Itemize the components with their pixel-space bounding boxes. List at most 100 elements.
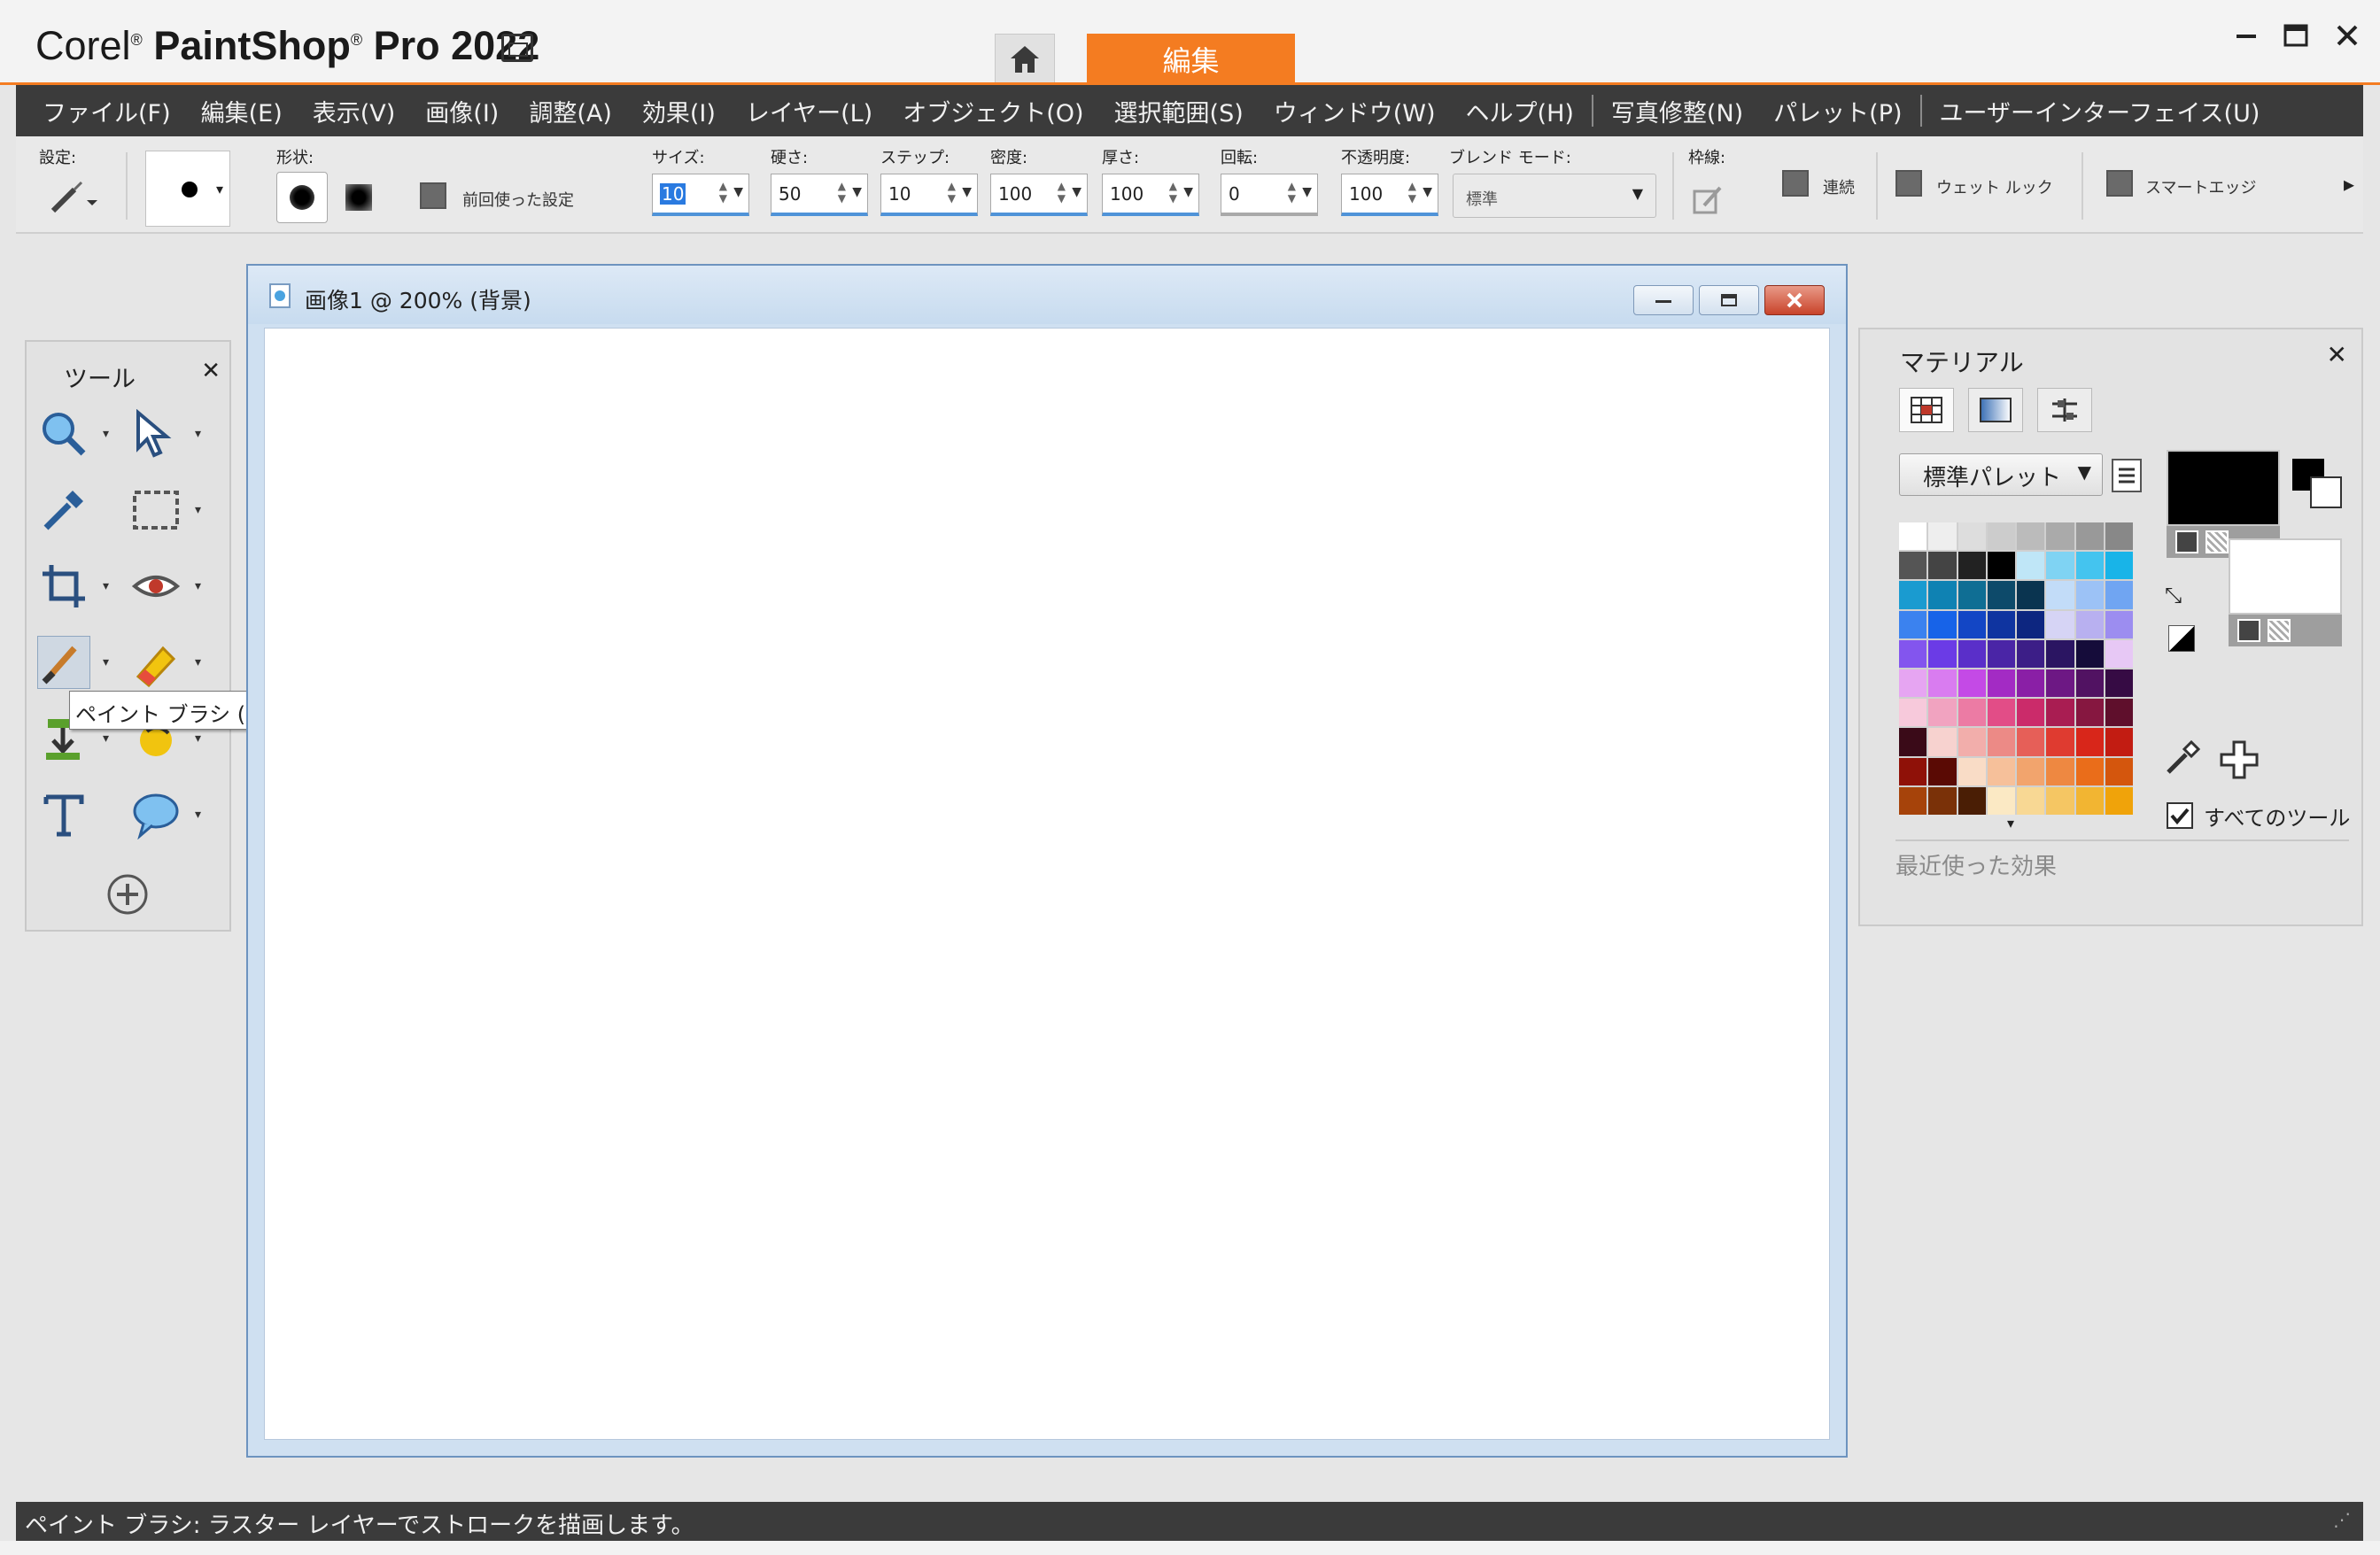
tool-dropdown-icon[interactable]: ▾ <box>195 427 201 441</box>
menu-help[interactable]: ヘルプ(H) <box>1466 94 1574 128</box>
thickness-spinner[interactable]: 100 ▲ ▼ ▼ <box>1102 174 1199 216</box>
round-shape-button[interactable] <box>276 172 328 223</box>
size-spinner[interactable]: 10 ▲ ▼ ▼ <box>652 174 749 216</box>
color-swatch[interactable] <box>2017 552 2045 580</box>
eraser-tool[interactable] <box>129 636 182 689</box>
color-swatch[interactable] <box>2105 581 2133 609</box>
style-dropdown-icon[interactable] <box>2237 619 2260 642</box>
tool-dropdown-icon[interactable]: ▾ <box>195 731 201 746</box>
color-swatch[interactable] <box>1928 728 1957 756</box>
color-swatch[interactable] <box>1957 639 1986 668</box>
color-swatch[interactable] <box>1957 728 1986 756</box>
color-swatch[interactable] <box>2105 786 2133 815</box>
stroke-button[interactable] <box>1692 182 1725 216</box>
color-swatch[interactable] <box>2046 786 2074 815</box>
tool-dropdown-icon[interactable]: ▾ <box>103 579 109 593</box>
color-swatch[interactable] <box>1928 639 1957 668</box>
menu-selections[interactable]: 選択範囲(S) <box>1114 94 1244 128</box>
minimize-button[interactable] <box>2221 16 2271 55</box>
add-tool-button[interactable] <box>101 868 154 921</box>
color-swatch[interactable] <box>2046 757 2074 785</box>
color-swatch[interactable] <box>1899 522 1927 551</box>
selection-tool[interactable] <box>129 484 182 537</box>
color-swatch[interactable] <box>1957 552 1986 580</box>
resize-grip-icon[interactable]: ⋰ <box>2333 1509 2351 1530</box>
tool-dropdown-icon[interactable]: ▾ <box>103 427 109 441</box>
color-swatch[interactable] <box>1987 728 2015 756</box>
color-swatch[interactable] <box>1928 699 1957 727</box>
close-icon[interactable]: ✕ <box>2327 340 2347 369</box>
eyedropper-button[interactable] <box>2163 739 2202 778</box>
color-swatch[interactable] <box>2105 699 2133 727</box>
tool-dropdown-icon[interactable]: ▾ <box>195 503 201 517</box>
color-swatch[interactable] <box>2105 757 2133 785</box>
image-icon[interactable] <box>501 34 533 62</box>
foreground-color-swatch[interactable] <box>2167 450 2280 526</box>
dropdown-arrow-icon[interactable]: ▼ <box>852 185 862 199</box>
zoom-tool[interactable] <box>37 407 90 460</box>
menu-layers[interactable]: レイヤー(L) <box>746 94 872 128</box>
gradient-tab[interactable] <box>1968 388 2023 432</box>
color-swatch[interactable] <box>2046 552 2074 580</box>
dropper-tool[interactable] <box>37 484 90 537</box>
color-swatch[interactable] <box>2017 757 2045 785</box>
menu-objects[interactable]: オブジェクト(O) <box>903 94 1083 128</box>
color-swatch[interactable] <box>1987 757 2015 785</box>
preset-button[interactable] <box>48 177 105 216</box>
color-swatch[interactable] <box>1987 552 2015 580</box>
add-swatch-button[interactable] <box>2218 739 2260 781</box>
color-swatch[interactable] <box>2075 610 2104 638</box>
image-window-titlebar[interactable]: 画像1 @ 200% (背景) <box>248 266 1846 324</box>
tool-dropdown-icon[interactable]: ▾ <box>103 655 109 669</box>
continuous-checkbox[interactable] <box>1782 170 1809 197</box>
color-swatch[interactable] <box>2017 639 2045 668</box>
color-swatch[interactable] <box>1928 610 1957 638</box>
color-swatch[interactable] <box>1957 669 1986 698</box>
menu-palettes[interactable]: パレット(P) <box>1773 94 1902 128</box>
color-swatch[interactable] <box>2105 522 2133 551</box>
color-swatch[interactable] <box>1957 757 1986 785</box>
shape-tool[interactable] <box>129 788 182 841</box>
paint-brush-tool[interactable] <box>37 636 90 689</box>
color-swatch[interactable] <box>1899 786 1927 815</box>
color-swatch[interactable] <box>2105 728 2133 756</box>
menu-file[interactable]: ファイル(F) <box>43 94 171 128</box>
palette-dropdown[interactable]: 標準パレット ▼ <box>1899 453 2103 496</box>
color-swatch[interactable] <box>2046 610 2074 638</box>
home-tab[interactable] <box>995 34 1055 84</box>
doc-minimize-button[interactable] <box>1633 285 1694 315</box>
spin-arrows-icon[interactable]: ▲ ▼ <box>719 180 727 205</box>
swap-colors-icon[interactable]: ⤡ <box>2165 583 2182 607</box>
color-swatch[interactable] <box>1957 786 1986 815</box>
reset-colors-icon[interactable] <box>2168 625 2195 652</box>
crop-tool[interactable] <box>37 560 90 613</box>
background-options[interactable] <box>2229 615 2342 646</box>
menu-edit[interactable]: 編集(E) <box>201 94 283 128</box>
color-swatch[interactable] <box>1899 639 1927 668</box>
color-swatch[interactable] <box>2017 610 2045 638</box>
color-swatch[interactable] <box>1987 699 2015 727</box>
color-swatch[interactable] <box>1987 522 2015 551</box>
texture-toggle-icon[interactable] <box>2268 619 2291 642</box>
wet-look-checkbox[interactable] <box>1895 170 1922 197</box>
color-swatch[interactable] <box>2075 699 2104 727</box>
style-dropdown-icon[interactable] <box>2175 530 2198 553</box>
color-swatch[interactable] <box>2075 728 2104 756</box>
dropdown-arrow-icon[interactable]: ▼ <box>1072 185 1081 199</box>
color-swatch[interactable] <box>1957 610 1986 638</box>
menu-adjust[interactable]: 調整(A) <box>529 94 612 128</box>
color-swatch[interactable] <box>1899 552 1927 580</box>
image-canvas[interactable] <box>264 328 1830 1440</box>
color-swatch[interactable] <box>2017 786 2045 815</box>
color-swatch[interactable] <box>1987 639 2015 668</box>
color-swatch[interactable] <box>1957 522 1986 551</box>
color-swatch[interactable] <box>1899 699 1927 727</box>
close-button[interactable] <box>2322 16 2372 55</box>
color-swatch[interactable] <box>2105 610 2133 638</box>
color-swatch[interactable] <box>2075 639 2104 668</box>
color-swatch[interactable] <box>1987 669 2015 698</box>
menu-effects[interactable]: 効果(I) <box>642 94 716 128</box>
spin-arrows-icon[interactable]: ▲ ▼ <box>1288 180 1296 205</box>
color-picker-tab[interactable] <box>2037 388 2092 432</box>
tool-dropdown-icon[interactable]: ▾ <box>195 579 201 593</box>
